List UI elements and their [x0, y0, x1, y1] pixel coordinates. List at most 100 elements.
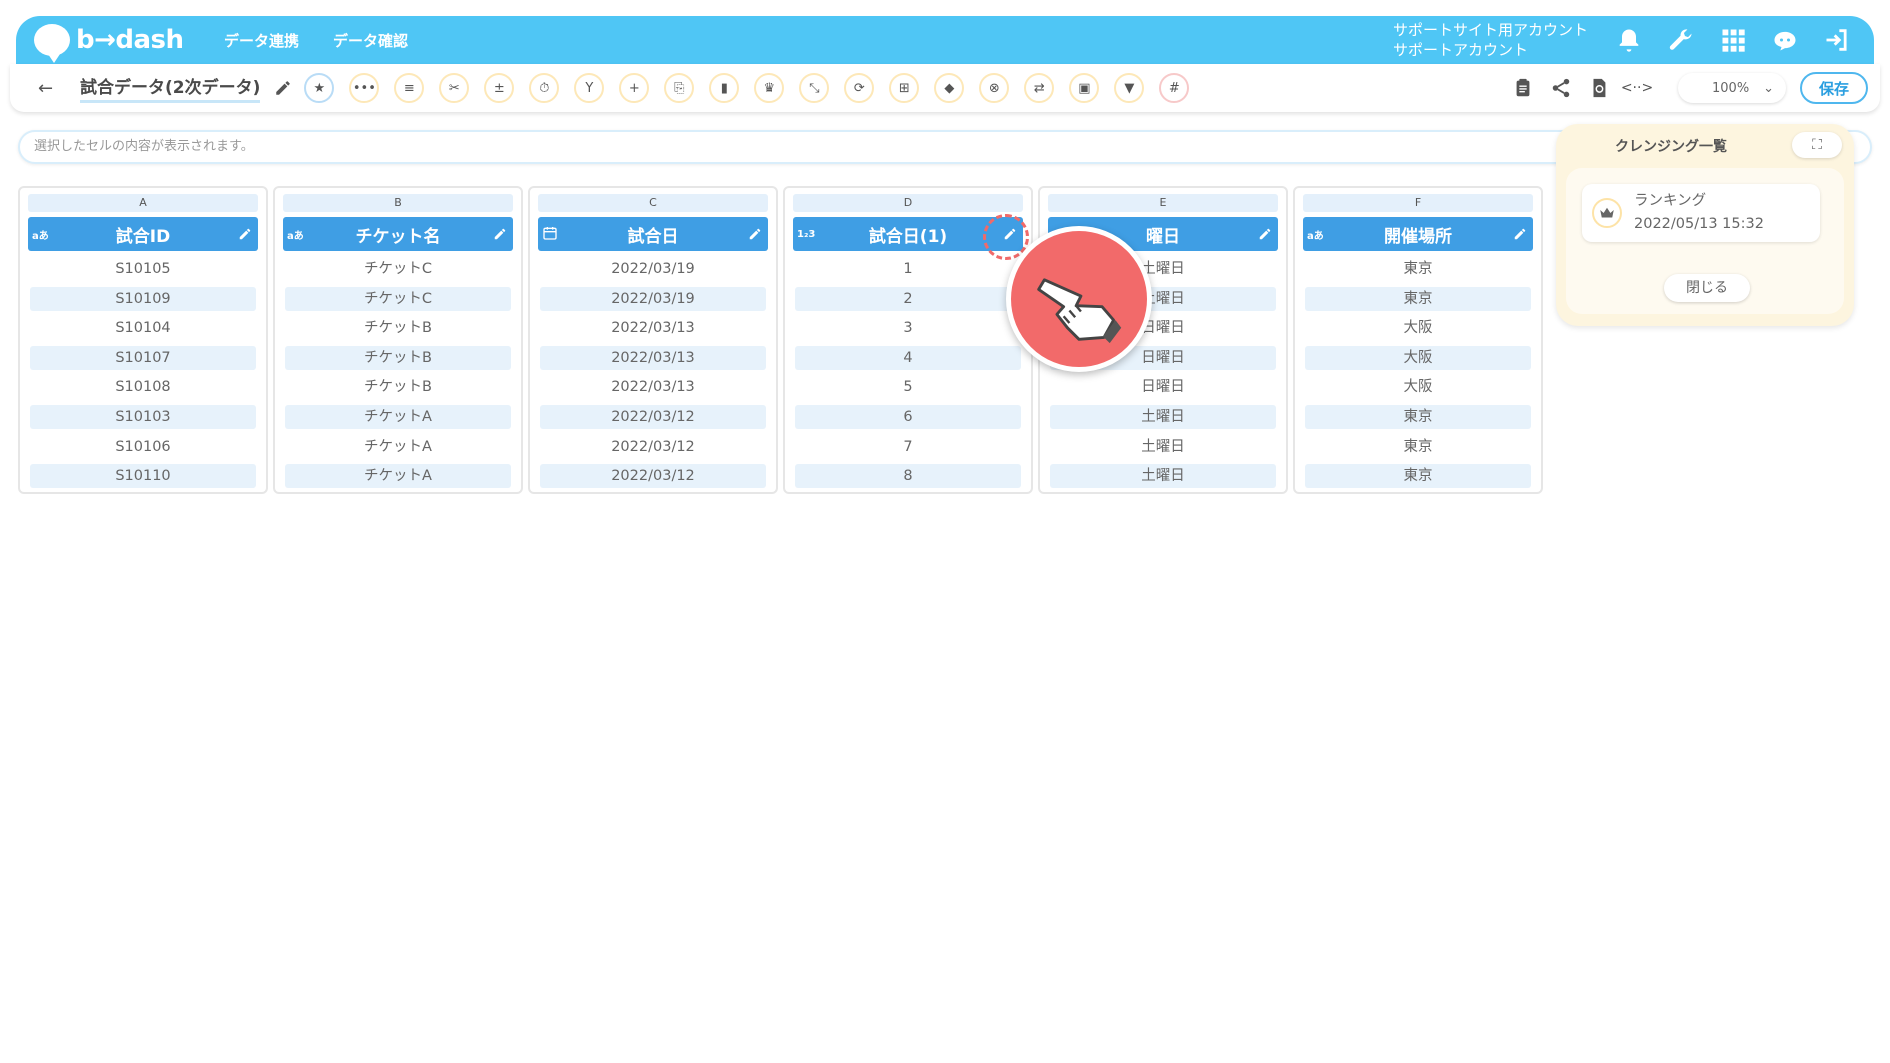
nav-data-check[interactable]: データ確認	[333, 30, 408, 51]
table-cell[interactable]: 大阪	[1305, 345, 1531, 370]
table-cell[interactable]: S10108	[30, 375, 256, 399]
repeat-icon[interactable]: ⟳	[844, 73, 875, 103]
share-icon[interactable]	[1548, 75, 1574, 101]
table-cell[interactable]: チケットC	[285, 286, 511, 311]
app-grid-icon[interactable]	[1718, 25, 1748, 55]
table-cell[interactable]: チケットB	[285, 316, 511, 340]
table-cell[interactable]: 7	[795, 435, 1021, 459]
table-cell[interactable]: 東京	[1305, 404, 1531, 429]
zoom-select[interactable]: 100% ⌄	[1678, 73, 1786, 103]
table-cell[interactable]: 日曜日	[1050, 375, 1276, 399]
table-cell[interactable]: 大阪	[1305, 316, 1531, 340]
column-c: C 試合日 2022/03/19 2022/03/19 2022/03/13 2…	[528, 186, 778, 494]
table-cell[interactable]: チケットA	[285, 464, 511, 489]
more-dots-icon[interactable]: •••	[349, 73, 380, 103]
account-info[interactable]: サポートサイト用アカウント サポートアカウント	[1393, 20, 1588, 60]
table-cell[interactable]: S10105	[30, 257, 256, 281]
table-cell[interactable]: 8	[795, 464, 1021, 489]
table-cell[interactable]: S10106	[30, 435, 256, 459]
crown-ranking-icon[interactable]: ♛	[754, 73, 785, 103]
table-cell[interactable]: 2022/03/19	[540, 286, 766, 311]
table-cell[interactable]: S10104	[30, 316, 256, 340]
back-arrow-icon[interactable]: ←	[38, 78, 58, 99]
pencil-icon[interactable]	[1507, 227, 1533, 241]
bell-icon[interactable]	[1614, 25, 1644, 55]
table-cell[interactable]: チケットB	[285, 375, 511, 399]
table-cell[interactable]: 2022/03/12	[540, 404, 766, 429]
table-cell[interactable]: 東京	[1305, 257, 1531, 281]
cut-tools-icon[interactable]: ✂	[439, 73, 470, 103]
code-embed-icon[interactable]: <··>	[1621, 75, 1653, 101]
table-cell[interactable]: 5	[795, 375, 1021, 399]
cleansing-item-ranking[interactable]: ランキング 2022/05/13 15:32	[1582, 184, 1820, 242]
refresh-doc-icon[interactable]	[1586, 75, 1612, 101]
text-lines-icon[interactable]: ≡	[394, 73, 425, 103]
table-cell[interactable]: 東京	[1305, 464, 1531, 489]
collapse-icon[interactable]: ⤡	[799, 73, 830, 103]
cleansing-item-name: ランキング	[1634, 193, 1707, 209]
table-cell[interactable]: 東京	[1305, 286, 1531, 311]
table-cell[interactable]: チケットA	[285, 435, 511, 459]
unpivot-icon[interactable]: ⊞	[889, 73, 920, 103]
table-cell[interactable]: S10107	[30, 345, 256, 370]
calculate-icon[interactable]: ±	[484, 73, 515, 103]
table-cell[interactable]: 2022/03/19	[540, 257, 766, 281]
column-header[interactable]: aあ 開催場所	[1303, 217, 1533, 251]
table-cell[interactable]: 2	[795, 286, 1021, 311]
table-cell[interactable]: 2022/03/13	[540, 316, 766, 340]
pencil-icon[interactable]	[232, 227, 258, 241]
pointing-hand-icon	[1006, 226, 1152, 372]
table-cell[interactable]: 土曜日	[1050, 464, 1276, 489]
close-button[interactable]: 閉じる	[1664, 274, 1750, 302]
logout-icon[interactable]	[1822, 25, 1852, 55]
support-mascot-icon[interactable]	[1770, 25, 1800, 55]
pencil-icon[interactable]	[487, 227, 513, 241]
table-cell[interactable]: 2022/03/13	[540, 375, 766, 399]
table-cell[interactable]: 土曜日	[1050, 435, 1276, 459]
remove-circle-icon[interactable]: ⊗	[979, 73, 1010, 103]
table-cell[interactable]: 3	[795, 316, 1021, 340]
clipboard-icon[interactable]	[1510, 75, 1536, 101]
table-cell[interactable]: 4	[795, 345, 1021, 370]
table-cell[interactable]: 大阪	[1305, 375, 1531, 399]
table-cell[interactable]: 2022/03/12	[540, 464, 766, 489]
branch-icon[interactable]: Y	[574, 73, 605, 103]
favorite-star-icon[interactable]: ★	[304, 73, 335, 103]
copy-icon[interactable]: ⎘	[664, 73, 695, 103]
expand-icon[interactable]: ⛶	[1792, 132, 1842, 158]
title-edit-icon[interactable]	[274, 79, 292, 97]
hash-code-icon[interactable]: #	[1159, 73, 1190, 103]
timer-icon[interactable]: ⏱	[529, 73, 560, 103]
table-cell[interactable]: S10109	[30, 286, 256, 311]
table-cell[interactable]: 6	[795, 404, 1021, 429]
table-cell[interactable]: 1	[795, 257, 1021, 281]
table-cell[interactable]: 2022/03/13	[540, 345, 766, 370]
table-cell[interactable]: 東京	[1305, 435, 1531, 459]
package-icon[interactable]: ◆	[934, 73, 965, 103]
save-button[interactable]: 保存	[1800, 72, 1868, 104]
column-name: 試合ID	[115, 226, 171, 247]
add-column-icon[interactable]: +	[619, 73, 650, 103]
table-cell[interactable]: S10110	[30, 464, 256, 489]
number-type-icon: 1₂3	[797, 228, 816, 240]
filter-icon[interactable]: ▼	[1114, 73, 1145, 103]
table-cell[interactable]: チケットA	[285, 404, 511, 429]
replace-icon[interactable]: ⇄	[1024, 73, 1055, 103]
logo-bubble-icon	[34, 24, 70, 63]
delete-icon[interactable]: ▮	[709, 73, 740, 103]
nav-data-integration[interactable]: データ連携	[224, 30, 299, 51]
column-header[interactable]: aあ チケット名	[283, 217, 513, 251]
table-cell[interactable]: 土曜日	[1050, 404, 1276, 429]
wrench-icon[interactable]	[1666, 25, 1696, 55]
pencil-icon[interactable]	[742, 227, 768, 241]
table-cell[interactable]: 2022/03/12	[540, 435, 766, 459]
table-cell[interactable]: S10103	[30, 404, 256, 429]
frame-icon[interactable]: ▣	[1069, 73, 1100, 103]
b-dash-logo[interactable]: b→dash	[34, 24, 184, 63]
table-cell[interactable]: チケットB	[285, 345, 511, 370]
top-header: b→dash データ連携 データ確認 サポートサイト用アカウント サポートアカウ…	[16, 16, 1874, 64]
column-header[interactable]: 試合日	[538, 217, 768, 251]
table-cell[interactable]: チケットC	[285, 257, 511, 281]
pencil-icon[interactable]	[1252, 227, 1278, 241]
column-header[interactable]: aあ 試合ID	[28, 217, 258, 251]
